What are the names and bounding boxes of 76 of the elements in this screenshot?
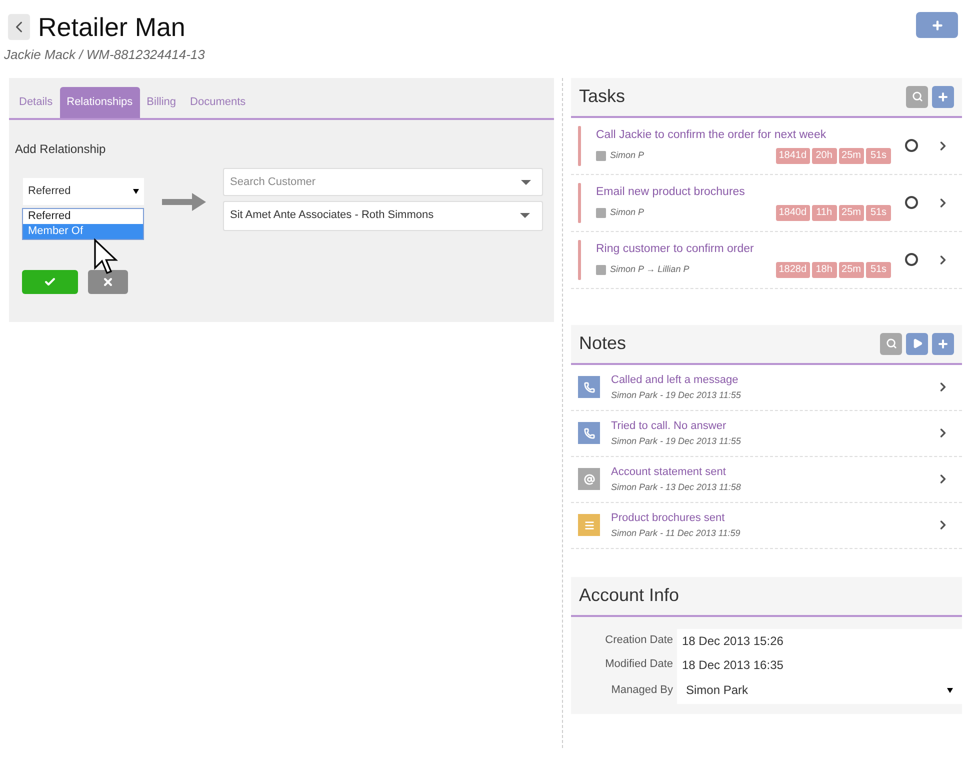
dropdown-caret-icon: [133, 188, 139, 194]
back-button[interactable]: [8, 14, 30, 40]
timer-badge: 51s: [866, 148, 891, 164]
timer-badge: 1828d: [776, 262, 810, 278]
search-icon: [912, 91, 922, 102]
timer-badge: 51s: [866, 262, 891, 278]
field-label: Modified Date: [604, 657, 674, 672]
priority-bar: [578, 126, 581, 166]
checkbox-icon: [596, 208, 606, 218]
dropdown-option[interactable]: Referred: [23, 208, 143, 224]
panel-title: Account Info: [579, 584, 680, 607]
relationship-select[interactable]: Referred: [23, 178, 144, 204]
task-title[interactable]: Ring customer to confirm order: [596, 241, 754, 259]
checkbox-icon: [596, 264, 606, 275]
plus-icon: [937, 90, 949, 102]
note-meta: Simon Park - 11 Dec 2013 11:59: [611, 526, 742, 540]
search-icon: [886, 338, 896, 349]
dropdown-option[interactable]: Member Of: [23, 224, 143, 238]
lines-icon: [578, 514, 600, 536]
note-title[interactable]: Account statement sent: [611, 464, 936, 480]
checkbox-icon: [596, 150, 606, 161]
timer-badge: 11h: [812, 204, 837, 221]
task-assignee: Simon P: [610, 148, 646, 162]
timer-badge: 20h: [812, 148, 837, 164]
dropdown-caret-icon: [947, 688, 953, 692]
phone-icon: [578, 422, 600, 444]
priority-bar: [578, 182, 581, 222]
page-subtitle: Jackie Mack / WM-8812324414-13: [4, 46, 205, 64]
task-assignee: Simon P → Lillian P: [610, 262, 690, 276]
note-title[interactable]: Product brochures sent: [611, 510, 936, 526]
managed-by-select[interactable]: Simon Park: [677, 676, 962, 704]
close-icon: [102, 276, 114, 288]
note-meta: Simon Park - 13 Dec 2013 11:58: [611, 480, 742, 494]
panel-title: Tasks: [579, 85, 626, 108]
page-title: Retailer Man: [38, 12, 186, 42]
note-title[interactable]: Called and left a message: [611, 372, 936, 388]
search-field[interactable]: Search Customer: [223, 168, 543, 196]
cancel-button[interactable]: [88, 270, 128, 294]
note-title[interactable]: Tried to call. No answer: [611, 418, 936, 434]
tab[interactable]: Details: [12, 86, 60, 118]
tab[interactable]: Documents: [183, 86, 253, 118]
plus-icon: [937, 338, 949, 350]
panel-title: Notes: [579, 332, 626, 355]
tab[interactable]: Billing: [140, 86, 184, 118]
plus-icon: [930, 18, 944, 32]
add-note-button[interactable]: [932, 332, 954, 354]
play-button[interactable]: [906, 332, 928, 354]
task-title[interactable]: Email new product brochures: [596, 184, 745, 202]
timer-badge: 1840d: [776, 204, 810, 221]
task-assignee: Simon P: [610, 206, 646, 219]
dropdown-caret-icon: [521, 180, 531, 184]
task-title[interactable]: Call Jackie to confirm the order for next week: [596, 127, 826, 145]
customer-select[interactable]: Sit Amet Ante Associates - Roth Simmons: [223, 200, 543, 230]
section-heading: Add Relationship: [15, 140, 107, 158]
note-meta: Simon Park - 19 Dec 2013 11:55: [611, 434, 742, 448]
dropdown-caret-icon: [520, 213, 530, 218]
timer-badge: 51s: [866, 204, 891, 221]
priority-bar: [578, 240, 581, 280]
timer-badge: 25m: [838, 204, 864, 221]
timer-badge: 25m: [838, 148, 864, 164]
at-sign-icon: [578, 468, 600, 490]
right-arrow-icon: [162, 192, 206, 210]
phone-icon: [578, 376, 600, 398]
timer-badge: 18h: [812, 262, 837, 278]
field-value: 18 Dec 2013 16:35: [677, 652, 962, 676]
check-icon: [44, 276, 56, 288]
tab[interactable]: Relationships: [60, 86, 140, 118]
timer-badge: 25m: [838, 262, 864, 278]
timer-badge: 1841d: [776, 148, 810, 164]
note-meta: Simon Park - 19 Dec 2013 11:55: [611, 388, 742, 402]
field-label: Managed By: [610, 682, 674, 698]
field-label: Creation Date: [604, 633, 674, 648]
add-task-button[interactable]: [932, 86, 954, 108]
add-button[interactable]: [916, 12, 958, 38]
field-value: 18 Dec 2013 15:26: [677, 628, 962, 652]
play-icon: [912, 338, 922, 349]
